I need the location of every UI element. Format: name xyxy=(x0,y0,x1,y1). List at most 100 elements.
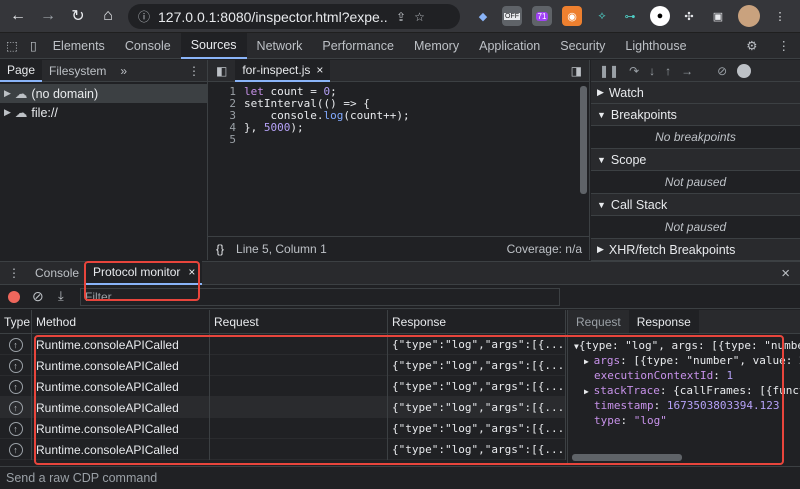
navigator-tabs: Page Filesystem » ⋮ xyxy=(0,59,207,82)
code-editor[interactable]: 1 let count = 0; 2 setInterval(() => { 3 c… xyxy=(208,82,589,146)
tab-request[interactable]: Request xyxy=(568,310,629,333)
side-panel-icon[interactable]: ▣ xyxy=(708,6,728,26)
tab-network[interactable]: Network xyxy=(247,33,313,59)
step-over-icon[interactable]: ↷ xyxy=(629,64,639,78)
tree-item-no-domain[interactable]: ▶ ☁ (no domain) xyxy=(0,84,207,103)
column-header-response[interactable]: Response xyxy=(388,310,566,334)
browser-toolbar: ← → ↻ ⌂ ⓘ 127.0.0.1:8080/inspector.html?… xyxy=(0,0,800,33)
tab-filesystem[interactable]: Filesystem xyxy=(42,60,113,82)
deactivate-breakpoints-icon[interactable]: ⊘ xyxy=(717,64,727,78)
extensions-puzzle-icon[interactable]: ✣ xyxy=(679,6,699,26)
settings-gear-icon[interactable]: ⚙ xyxy=(736,33,767,59)
section-call-stack[interactable]: ▼ Call Stack xyxy=(591,194,800,216)
extension-link-icon[interactable]: ⊶ xyxy=(620,6,640,26)
record-icon[interactable] xyxy=(8,291,20,303)
device-toolbar-icon[interactable]: ▯ xyxy=(24,33,43,59)
cloud-icon: ☁ xyxy=(14,87,28,101)
address-bar[interactable]: ⓘ 127.0.0.1:8080/inspector.html?expe... … xyxy=(128,4,460,29)
tab-elements[interactable]: Elements xyxy=(43,33,115,59)
collapse-triangle-icon: ▼ xyxy=(597,154,606,165)
response-arrow-icon: ↑ xyxy=(0,397,32,418)
response-arrow-icon: ↑ xyxy=(0,355,32,376)
tab-memory[interactable]: Memory xyxy=(404,33,469,59)
line-number: 2 xyxy=(229,97,236,110)
scope-status: Not paused xyxy=(591,171,800,194)
site-info-icon[interactable]: ⓘ xyxy=(138,8,150,25)
forward-icon[interactable]: → xyxy=(36,4,60,28)
tab-application[interactable]: Application xyxy=(469,33,550,59)
section-title: Scope xyxy=(610,152,647,167)
column-header-method[interactable]: Method xyxy=(32,310,210,334)
code-line: 4}, 5000); xyxy=(208,122,589,134)
cloud-icon: ☁ xyxy=(14,106,28,120)
step-into-icon[interactable]: ↓ xyxy=(649,64,655,78)
reload-icon[interactable]: ↻ xyxy=(66,4,90,28)
section-breakpoints[interactable]: ▼ Breakpoints xyxy=(591,104,800,126)
profile-avatar[interactable] xyxy=(738,5,760,27)
tree-item-label: (no domain) xyxy=(31,86,99,101)
file-tab[interactable]: for-inspect.js × xyxy=(235,59,331,82)
pause-on-exceptions-icon[interactable] xyxy=(737,63,752,78)
url-text: 127.0.0.1:8080/inspector.html?expe... xyxy=(158,8,389,25)
column-header-type[interactable]: Type xyxy=(0,310,32,334)
extension-count-icon[interactable]: 71 xyxy=(532,6,552,26)
share-icon[interactable]: ⇪ xyxy=(396,10,406,24)
clear-icon[interactable]: ⊘ xyxy=(32,288,44,305)
pretty-print-icon[interactable]: {} xyxy=(216,242,224,256)
pause-icon[interactable]: ❚❚ xyxy=(599,64,619,78)
tab-security[interactable]: Security xyxy=(550,33,615,59)
extension-circle-icon[interactable]: ● xyxy=(650,6,670,26)
tab-performance[interactable]: Performance xyxy=(312,33,404,59)
tab-console[interactable]: Console xyxy=(115,33,181,59)
close-drawer-icon[interactable]: × xyxy=(774,262,800,284)
section-xhr-breakpoints[interactable]: ▶ XHR/fetch Breakpoints xyxy=(591,239,800,261)
more-tabs-icon[interactable]: » xyxy=(113,60,134,82)
editor-tabs: ◧ for-inspect.js × ◨ xyxy=(208,59,589,82)
tree-item-file[interactable]: ▶ ☁ file:// xyxy=(0,103,207,122)
tab-page[interactable]: Page xyxy=(0,59,43,82)
line-number: 3 xyxy=(229,109,236,122)
column-header-request[interactable]: Request xyxy=(210,310,388,334)
tab-response[interactable]: Response xyxy=(628,310,699,333)
highlight-messages xyxy=(34,335,784,465)
drawer-menu-icon[interactable]: ⋮ xyxy=(0,262,28,284)
download-icon[interactable]: ⤓ xyxy=(58,288,64,304)
coverage-status: Coverage: n/a xyxy=(506,241,582,256)
section-scope[interactable]: ▼ Scope xyxy=(591,149,800,171)
tab-drawer-console[interactable]: Console xyxy=(28,261,86,285)
expand-triangle-icon: ▶ xyxy=(597,244,604,254)
tab-sources[interactable]: Sources xyxy=(180,32,247,59)
file-tab-label: for-inspect.js xyxy=(242,62,311,77)
step-out-icon[interactable]: ↑ xyxy=(665,64,671,78)
bookmark-star-icon[interactable]: ☆ xyxy=(414,10,425,24)
expand-triangle-icon: ▶ xyxy=(4,88,11,98)
close-icon[interactable]: × xyxy=(316,63,323,77)
toggle-debugger-icon[interactable]: ◨ xyxy=(564,60,589,82)
cursor-position: Line 5, Column 1 xyxy=(236,241,327,256)
navigator-menu-icon[interactable]: ⋮ xyxy=(181,60,207,82)
inspect-element-icon[interactable]: ⬚ xyxy=(0,33,24,59)
menu-kebab-icon[interactable]: ⋮ xyxy=(770,6,790,26)
devtools-menu-icon[interactable]: ⋮ xyxy=(768,33,800,59)
step-icon[interactable]: → xyxy=(681,64,693,78)
extension-off-icon[interactable]: OFF xyxy=(502,6,522,26)
section-title: XHR/fetch Breakpoints xyxy=(608,242,736,257)
back-icon[interactable]: ← xyxy=(6,4,30,28)
section-title: Watch xyxy=(608,85,644,100)
home-icon[interactable]: ⌂ xyxy=(96,4,120,28)
count-badge: 71 xyxy=(535,11,549,21)
rss-icon[interactable]: ◉ xyxy=(562,6,582,26)
cdp-command-input[interactable]: Send a raw CDP command xyxy=(0,466,800,489)
section-watch[interactable]: ▶ Watch xyxy=(591,82,800,104)
code-token: ); xyxy=(290,121,304,134)
section-title: Call Stack xyxy=(610,197,668,212)
extension-leaf-icon[interactable]: ⟡ xyxy=(592,6,612,26)
extension-diamond-icon[interactable]: ◆ xyxy=(473,6,493,26)
tab-lighthouse[interactable]: Lighthouse xyxy=(615,33,696,59)
expand-triangle-icon: ▶ xyxy=(4,107,11,117)
editor-scrollbar[interactable] xyxy=(580,86,587,194)
devtools-tab-bar: ⬚ ▯ Elements Console Sources Network Per… xyxy=(0,32,800,59)
highlight-protocol-monitor-tab xyxy=(84,261,200,301)
toggle-navigator-icon[interactable]: ◧ xyxy=(208,60,235,82)
call-stack-status: Not paused xyxy=(591,216,800,239)
